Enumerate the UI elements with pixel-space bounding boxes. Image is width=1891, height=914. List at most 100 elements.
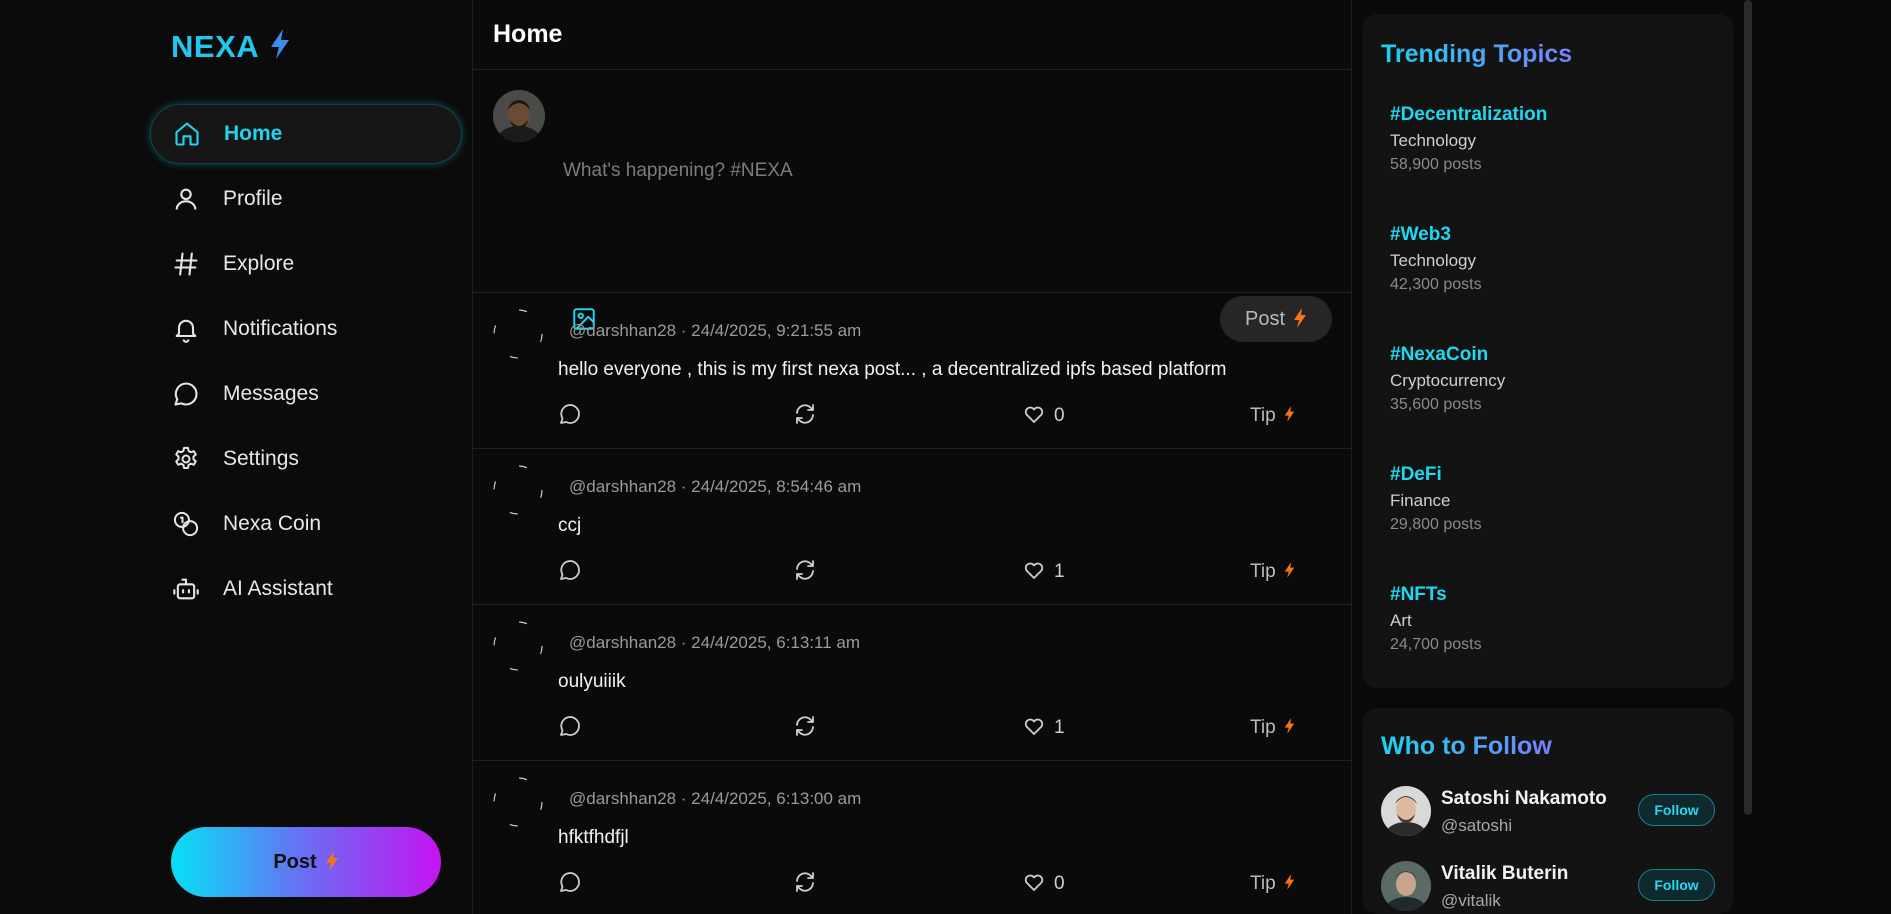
repost-button[interactable] [793, 713, 817, 743]
post-item: @darshhan28 · 24/4/2025, 8:54:46 am ccj … [473, 449, 1351, 605]
user-avatar[interactable] [493, 90, 545, 142]
tip-button[interactable]: Tip [1250, 557, 1295, 587]
topic-count: 58,900 posts [1390, 156, 1482, 173]
post-meta: @darshhan28 · 24/4/2025, 6:13:11 am [569, 633, 861, 652]
trending-topics-panel: Trending Topics #Decentralization Techno… [1362, 14, 1734, 688]
topic-count: 35,600 posts [1390, 396, 1482, 413]
nav-label-nexa-coin: Nexa Coin [223, 512, 322, 535]
user-name: Vitalik Buterin [1441, 863, 1569, 884]
hashtag-icon [171, 249, 201, 279]
reply-icon [558, 558, 582, 587]
trending-topic[interactable]: #DeFi Finance 29,800 posts [1390, 464, 1482, 534]
nav-item-profile[interactable]: Profile [150, 169, 462, 229]
repost-button[interactable] [793, 401, 817, 431]
brand-logo[interactable]: NEXA [171, 28, 291, 65]
reply-button[interactable] [558, 401, 582, 431]
lightning-bolt-icon [1284, 873, 1295, 895]
nav-item-home[interactable]: Home [150, 104, 462, 164]
like-count: 0 [1054, 405, 1065, 426]
nav-item-nexa-coin[interactable]: Nexa Coin [150, 494, 462, 554]
like-button[interactable]: 1 [1022, 713, 1065, 743]
trending-topic[interactable]: #NFTs Art 24,700 posts [1390, 584, 1482, 654]
nav-item-messages[interactable]: Messages [150, 364, 462, 424]
reply-button[interactable] [558, 869, 582, 899]
avatar[interactable] [1381, 861, 1431, 911]
nav-item-notifications[interactable]: Notifications [150, 299, 462, 359]
post-composer: Post [473, 70, 1351, 342]
post-text: ccj [558, 515, 582, 536]
avatar[interactable] [1381, 786, 1431, 836]
nav-label-settings: Settings [223, 447, 299, 470]
topic-count: 29,800 posts [1390, 516, 1482, 533]
follow-button[interactable]: Follow [1638, 869, 1715, 901]
like-count: 0 [1054, 873, 1065, 894]
repost-icon [793, 402, 817, 431]
topic-count: 42,300 posts [1390, 276, 1482, 293]
user-name: Satoshi Nakamoto [1441, 788, 1607, 809]
post-actions: 0 Tip [558, 869, 1340, 899]
like-button[interactable]: 1 [1022, 557, 1065, 587]
topic-category: Cryptocurrency [1390, 371, 1506, 390]
compose-input[interactable] [563, 160, 1323, 280]
post-meta: @darshhan28 · 24/4/2025, 6:13:00 am [569, 789, 862, 808]
reply-icon [558, 402, 582, 431]
robot-icon [171, 574, 201, 604]
repost-button[interactable] [793, 557, 817, 587]
avatar[interactable] [493, 309, 543, 359]
home-icon [172, 119, 202, 149]
topic-tag: #Decentralization [1390, 104, 1548, 125]
post-actions: 1 Tip [558, 713, 1340, 743]
tip-button[interactable]: Tip [1250, 401, 1295, 431]
brand-name: NEXA [171, 28, 260, 64]
left-sidebar: NEXA Home Profile Explore Notifications … [0, 0, 472, 914]
topic-category: Technology [1390, 131, 1477, 150]
lightning-bolt-icon [1284, 561, 1295, 583]
trending-topic[interactable]: #Decentralization Technology 58,900 post… [1390, 104, 1547, 174]
tip-label: Tip [1250, 873, 1276, 894]
post-actions: 1 Tip [558, 557, 1340, 587]
suggested-user[interactable]: Satoshi Nakamoto @satoshi Follow [1381, 786, 1715, 842]
trending-topic[interactable]: #NexaCoin Cryptocurrency 35,600 posts [1390, 344, 1505, 414]
user-handle: @satoshi [1441, 816, 1513, 835]
nav-item-ai-assistant[interactable]: AI Assistant [150, 559, 462, 619]
like-button[interactable]: 0 [1022, 401, 1065, 431]
like-count: 1 [1054, 561, 1065, 582]
heart-icon [1022, 402, 1046, 431]
avatar[interactable] [493, 777, 543, 827]
like-button[interactable]: 0 [1022, 869, 1065, 899]
tip-button[interactable]: Tip [1250, 869, 1295, 899]
avatar[interactable] [493, 465, 543, 515]
trending-topic[interactable]: #Web3 Technology 42,300 posts [1390, 224, 1482, 294]
lightning-bolt-icon [1284, 717, 1295, 739]
repost-icon [793, 714, 817, 743]
sidebar-post-button[interactable]: Post [171, 827, 441, 897]
like-count: 1 [1054, 717, 1065, 738]
tip-label: Tip [1250, 717, 1276, 738]
suggested-user[interactable]: Vitalik Buterin @vitalik Follow [1381, 861, 1715, 914]
post-actions: 0 Tip [558, 401, 1340, 431]
reply-button[interactable] [558, 557, 582, 587]
scrollbar[interactable] [1744, 0, 1752, 815]
nav-item-explore[interactable]: Explore [150, 234, 462, 294]
avatar[interactable] [493, 621, 543, 671]
follow-button[interactable]: Follow [1638, 794, 1715, 826]
topic-category: Technology [1390, 251, 1477, 270]
repost-icon [793, 558, 817, 587]
post-item: @darshhan28 · 24/4/2025, 6:13:11 am ouly… [473, 605, 1351, 761]
who-to-follow-title: Who to Follow [1381, 732, 1552, 760]
bell-icon [171, 314, 201, 344]
coins-icon [171, 509, 201, 539]
repost-button[interactable] [793, 869, 817, 899]
post-text: hello everyone , this is my first nexa p… [558, 359, 1227, 380]
reply-button[interactable] [558, 713, 582, 743]
post-text: oulyuiiik [558, 671, 626, 692]
post-text: hfktfhdfjl [558, 827, 629, 848]
tip-button[interactable]: Tip [1250, 713, 1295, 743]
topic-tag: #Web3 [1390, 224, 1451, 245]
nav-item-settings[interactable]: Settings [150, 429, 462, 489]
gear-icon [171, 444, 201, 474]
chat-bubble-icon [171, 379, 201, 409]
trending-title: Trending Topics [1381, 40, 1573, 68]
sidebar-post-label: Post [273, 850, 317, 873]
post-meta: @darshhan28 · 24/4/2025, 9:21:55 am [569, 321, 862, 340]
